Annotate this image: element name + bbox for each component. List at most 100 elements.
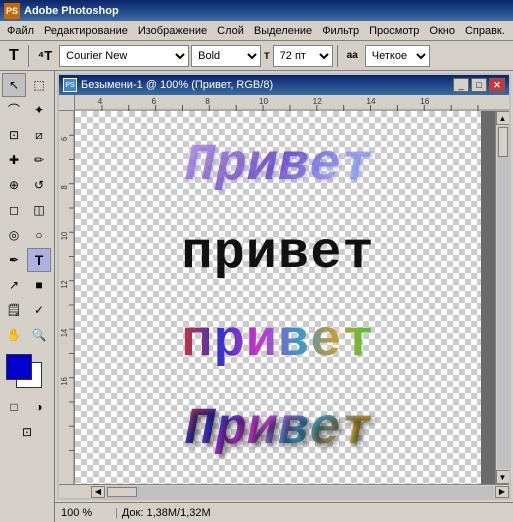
menu-select[interactable]: Выделение bbox=[249, 23, 317, 39]
pen-tool[interactable]: ✒ bbox=[2, 248, 26, 272]
scroll-left-arrow[interactable]: ◀ bbox=[91, 486, 105, 498]
standard-mode-btn[interactable]: □ bbox=[2, 395, 26, 419]
svg-text:14: 14 bbox=[60, 328, 69, 337]
blur-tool[interactable]: ◎ bbox=[2, 223, 26, 247]
text-tool-button[interactable]: T bbox=[4, 44, 24, 68]
menu-window[interactable]: Окно bbox=[424, 23, 460, 39]
canvas-wrapper: 4 6 8 10 12 14 16 bbox=[59, 95, 509, 498]
brush-tool[interactable]: ✏ bbox=[27, 148, 51, 172]
bottom-scrollbar[interactable]: ◀ ▶ bbox=[59, 484, 509, 498]
crop-icon: ⊡ bbox=[9, 129, 19, 141]
path-selection-tool[interactable]: ↗ bbox=[2, 273, 26, 297]
anti-alias-label: аа bbox=[342, 44, 363, 68]
tool-row-2: ⌒ ✦ bbox=[2, 98, 52, 122]
canvas-text-area: Привет привет привет Привет bbox=[75, 111, 481, 484]
close-button[interactable]: ✕ bbox=[489, 78, 505, 92]
tool-row-1: ↖ ⬚ bbox=[2, 73, 52, 97]
marquee-tool[interactable]: ⬚ bbox=[27, 73, 51, 97]
font-family-select[interactable]: Courier New bbox=[59, 45, 189, 67]
scroll-up-arrow[interactable]: ▲ bbox=[496, 111, 510, 125]
scroll-right-arrow[interactable]: ▶ bbox=[495, 486, 509, 498]
text-tool-icon: T bbox=[35, 253, 44, 267]
tool-row-7: ◎ ○ bbox=[2, 223, 52, 247]
canvas-scroll-area[interactable]: Привет привет привет Привет bbox=[75, 111, 495, 484]
clone-icon: ⊕ bbox=[9, 179, 19, 191]
eyedropper-tool[interactable]: ✓ bbox=[27, 298, 51, 322]
history-tool[interactable]: ↺ bbox=[27, 173, 51, 197]
eraser-icon: ◻ bbox=[9, 204, 19, 216]
right-scrollbar[interactable]: ▲ ▼ bbox=[495, 111, 509, 484]
slice-icon: ⧄ bbox=[35, 129, 43, 141]
svg-text:10: 10 bbox=[60, 232, 69, 240]
eraser-tool[interactable]: ◻ bbox=[2, 198, 26, 222]
shape-icon: ■ bbox=[35, 279, 42, 291]
gradient-tool[interactable]: ◫ bbox=[27, 198, 51, 222]
scroll-thumb-bottom[interactable] bbox=[107, 487, 137, 497]
screen-mode-btn[interactable]: ⊡ bbox=[2, 420, 52, 444]
app-title: Adobe Photoshop bbox=[24, 5, 119, 17]
magic-wand-tool[interactable]: ✦ bbox=[27, 98, 51, 122]
scroll-track-bottom[interactable] bbox=[106, 486, 494, 498]
hand-tool[interactable]: ✋ bbox=[2, 323, 26, 347]
scroll-down-arrow[interactable]: ▼ bbox=[496, 470, 510, 484]
options-toolbar: T ⁴T Courier New Bold T 72 пт аа Четкое bbox=[0, 41, 513, 71]
svg-text:16: 16 bbox=[420, 97, 430, 106]
path-select-icon: ↗ bbox=[9, 279, 19, 291]
menu-filter[interactable]: Фильтр bbox=[317, 23, 364, 39]
dodge-tool[interactable]: ○ bbox=[27, 223, 51, 247]
crop-tool[interactable]: ⊡ bbox=[2, 123, 26, 147]
pen-icon: ✒ bbox=[9, 254, 19, 266]
tool-row-10: 🗒 ✓ bbox=[2, 298, 52, 322]
quick-mask-icon: ◑ bbox=[35, 401, 42, 413]
slice-tool[interactable]: ⧄ bbox=[27, 123, 51, 147]
clone-tool[interactable]: ⊕ bbox=[2, 173, 26, 197]
svg-text:6: 6 bbox=[60, 137, 69, 141]
move-tool[interactable]: ↖ bbox=[2, 73, 26, 97]
font-size-icon: T bbox=[264, 51, 270, 61]
gradient-icon: ◫ bbox=[33, 204, 44, 216]
tool-row-3: ⊡ ⧄ bbox=[2, 123, 52, 147]
menu-file[interactable]: Файл bbox=[2, 23, 39, 39]
dodge-icon: ○ bbox=[35, 229, 42, 241]
doc-info: Док: 1,38М/1,32М bbox=[122, 507, 211, 519]
notes-tool[interactable]: 🗒 bbox=[2, 298, 26, 322]
minimize-button[interactable]: _ bbox=[453, 78, 469, 92]
tool-row-5: ⊕ ↺ bbox=[2, 173, 52, 197]
tool-row-4: ✚ ✏ bbox=[2, 148, 52, 172]
quick-mask-btn[interactable]: ◑ bbox=[27, 395, 51, 419]
blur-icon: ◎ bbox=[9, 229, 19, 241]
text-orientation-button[interactable]: ⁴T bbox=[33, 44, 57, 68]
maximize-button[interactable]: □ bbox=[471, 78, 487, 92]
color-swatches[interactable] bbox=[2, 352, 52, 392]
zoom-level: 100 % bbox=[61, 507, 111, 519]
screen-mode-icon: ⊡ bbox=[22, 426, 32, 438]
canvas-text-3: привет bbox=[181, 312, 374, 371]
lasso-tool[interactable]: ⌒ bbox=[2, 98, 26, 122]
svg-text:14: 14 bbox=[366, 97, 376, 106]
font-size-select[interactable]: 72 пт bbox=[273, 45, 333, 67]
font-style-select[interactable]: Bold bbox=[191, 45, 261, 67]
foreground-color-swatch[interactable] bbox=[6, 354, 32, 380]
menu-edit[interactable]: Редактирование bbox=[39, 23, 133, 39]
scroll-track-right[interactable] bbox=[497, 126, 509, 469]
app-icon: PS bbox=[4, 3, 20, 19]
text-tool[interactable]: T bbox=[27, 248, 51, 272]
menu-view[interactable]: Просмотр bbox=[364, 23, 424, 39]
ruler-left: 6 8 10 12 14 16 bbox=[59, 111, 75, 484]
menu-image[interactable]: Изображение bbox=[133, 23, 212, 39]
scroll-thumb-right[interactable] bbox=[498, 127, 508, 157]
anti-alias-select[interactable]: Четкое bbox=[365, 45, 430, 67]
menu-help[interactable]: Справк. bbox=[460, 23, 510, 39]
title-bar: PS Adobe Photoshop bbox=[0, 0, 513, 21]
document-icon: PS bbox=[63, 78, 77, 92]
ruler-top-container: 4 6 8 10 12 14 16 bbox=[59, 95, 509, 111]
document-window-controls: _ □ ✕ bbox=[453, 78, 505, 92]
menu-layer[interactable]: Слой bbox=[212, 23, 249, 39]
canvas-text-2: привет bbox=[181, 224, 374, 283]
zoom-tool[interactable]: 🔍 bbox=[27, 323, 51, 347]
shape-tool[interactable]: ■ bbox=[27, 273, 51, 297]
canvas-text-1: Привет bbox=[184, 136, 371, 195]
heal-tool[interactable]: ✚ bbox=[2, 148, 26, 172]
svg-text:16: 16 bbox=[60, 377, 69, 385]
history-icon: ↺ bbox=[34, 179, 44, 191]
